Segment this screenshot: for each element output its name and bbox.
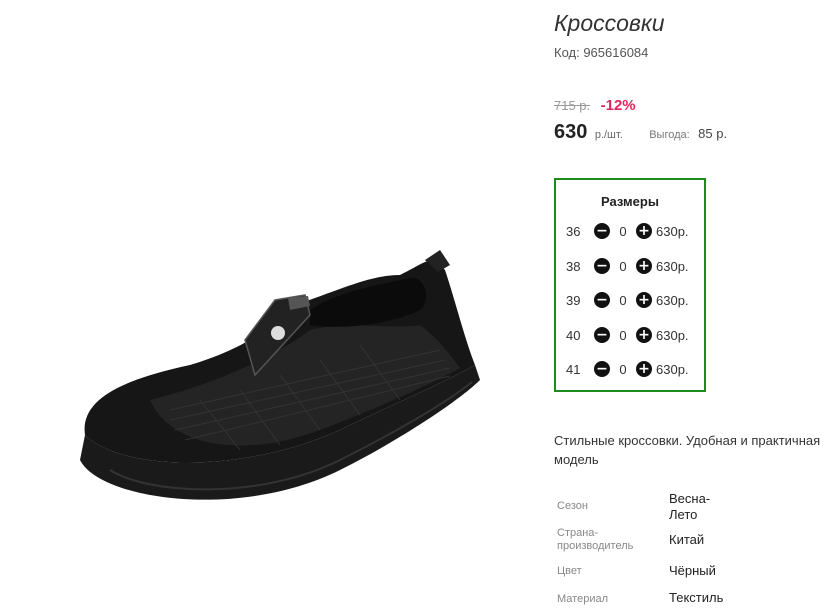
size-row-38: 38 − 0 + 630р. <box>566 256 706 276</box>
plus-icon[interactable]: + <box>636 327 652 343</box>
size-price: 630р. <box>656 223 689 239</box>
quantity-value: 0 <box>619 258 627 274</box>
minus-icon[interactable]: − <box>594 327 610 343</box>
minus-icon[interactable]: − <box>594 292 610 308</box>
discount-badge: -12% <box>600 97 636 114</box>
minus-icon[interactable]: − <box>594 258 610 274</box>
plus-icon[interactable]: + <box>636 361 652 377</box>
minus-icon[interactable]: − <box>594 223 610 239</box>
spec-value-season: Весна-Лето <box>669 491 711 522</box>
product-description: Стильные кроссовки. Удобная и практичная… <box>554 433 821 467</box>
spec-value-material: Текстиль <box>669 590 724 605</box>
sizes-panel: Размеры 36 − 0 + 630р. 38 − 0 + 630р. 39… <box>554 178 706 392</box>
quantity-value: 0 <box>619 361 627 377</box>
spec-value-color: Чёрный <box>669 563 716 578</box>
size-price: 630р. <box>656 327 689 343</box>
savings-value: 85 р. <box>698 126 728 141</box>
size-row-40: 40 − 0 + 630р. <box>566 325 706 345</box>
quantity-value: 0 <box>619 223 627 239</box>
size-row-39: 39 − 0 + 630р. <box>566 290 706 310</box>
size-price: 630р. <box>656 361 689 377</box>
price-unit: р./шт. <box>594 129 623 141</box>
quantity-value: 0 <box>619 292 627 308</box>
size-label: 36 <box>566 223 581 239</box>
savings-label: Выгода: <box>649 129 690 141</box>
current-price: 630 <box>554 121 588 143</box>
minus-icon[interactable]: − <box>594 361 610 377</box>
product-image[interactable] <box>40 100 520 540</box>
size-row-41: 41 − 0 + 630р. <box>566 359 706 379</box>
sizes-title: Размеры <box>601 194 659 209</box>
size-price: 630р. <box>656 292 689 308</box>
price-row: 630 р./шт. Выгода: 85 р. <box>554 121 727 144</box>
size-row-36: 36 − 0 + 630р. <box>566 221 706 241</box>
product-info-panel: Кроссовки Код: 965616084 715 р. -12% 630… <box>554 0 832 613</box>
size-label: 41 <box>566 361 581 377</box>
size-label: 38 <box>566 258 581 274</box>
spec-label-material: Материал <box>557 593 608 605</box>
size-label: 39 <box>566 292 581 308</box>
plus-icon[interactable]: + <box>636 223 652 239</box>
plus-icon[interactable]: + <box>636 258 652 274</box>
spec-label-color: Цвет <box>557 565 582 577</box>
old-price-row: 715 р. -12% <box>554 97 636 115</box>
spec-value-country: Китай <box>669 532 705 547</box>
old-price: 715 р. <box>554 98 591 113</box>
quantity-value: 0 <box>619 327 627 343</box>
product-code: Код: 965616084 <box>554 45 649 60</box>
spec-label-season: Сезон <box>557 500 588 512</box>
plus-icon[interactable]: + <box>636 292 652 308</box>
spec-label-country: Страна-производитель <box>557 527 634 552</box>
sneaker-image <box>80 250 480 500</box>
size-label: 40 <box>566 327 581 343</box>
product-title: Кроссовки <box>554 10 665 36</box>
size-price: 630р. <box>656 258 689 274</box>
